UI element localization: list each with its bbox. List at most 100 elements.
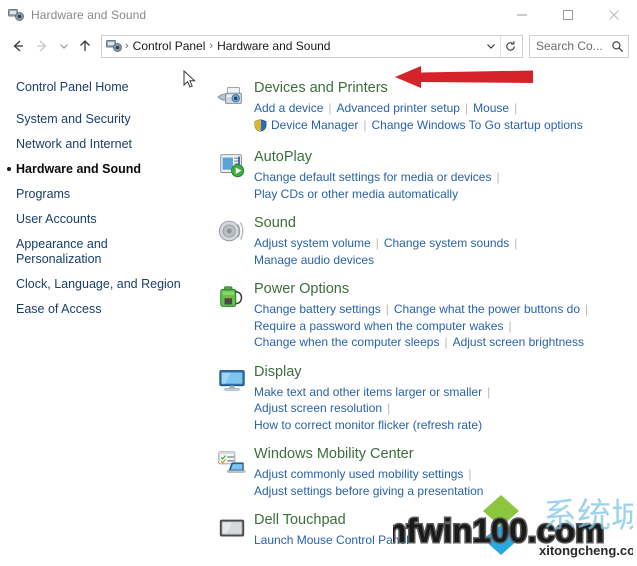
- link-change-system-sounds[interactable]: Change system sounds: [384, 236, 509, 250]
- link-mouse[interactable]: Mouse: [473, 101, 509, 115]
- autoplay-icon[interactable]: [210, 147, 254, 202]
- link-row: How to correct monitor flicker (refresh …: [254, 417, 637, 434]
- link-row: Require a password when the computer wak…: [254, 318, 637, 335]
- link-row: Make text and other items larger or smal…: [254, 384, 637, 401]
- link-separator: |: [464, 101, 469, 115]
- category-title-devices-and-printers[interactable]: Devices and Printers: [254, 79, 388, 98]
- monitor-icon[interactable]: [210, 362, 254, 434]
- address-bar[interactable]: › Control Panel › Hardware and Sound: [101, 34, 523, 58]
- link-adjust-screen-brightness[interactable]: Adjust screen brightness: [453, 335, 584, 349]
- content-area: Control Panel Home System and Security Ne…: [0, 62, 637, 565]
- link-change-when-the-computer-sleeps[interactable]: Change when the computer sleeps: [254, 335, 439, 349]
- category-links: Adjust system volume | Change system sound…: [254, 235, 637, 268]
- category-power-options: Power Options Change battery settings | Cha…: [210, 279, 637, 351]
- link-adjust-screen-resolution[interactable]: Adjust screen resolution: [254, 401, 382, 415]
- mobility-center-icon[interactable]: [210, 444, 254, 499]
- window-title: Hardware and Sound: [31, 7, 147, 22]
- sidebar-item-hardware-and-sound[interactable]: Hardware and Sound: [7, 162, 191, 177]
- link-row: Manage audio devices: [254, 252, 637, 269]
- link-launch-mouse-control-panel[interactable]: Launch Mouse Control Panel: [254, 533, 409, 547]
- sidebar-item-label: System and Security: [16, 112, 131, 126]
- minimize-button[interactable]: [499, 0, 545, 30]
- link-adjust-commonly-used-mobility-settings[interactable]: Adjust commonly used mobility settings: [254, 467, 463, 481]
- category-body: AutoPlay Change default settings for medi…: [254, 147, 637, 202]
- chevron-down-icon[interactable]: [482, 40, 500, 52]
- category-title-power-options[interactable]: Power Options: [254, 280, 349, 299]
- sidebar-item-clock-language-and-region[interactable]: Clock, Language, and Region: [16, 277, 191, 292]
- link-play-cds-or-other-media-automatically[interactable]: Play CDs or other media automatically: [254, 187, 458, 201]
- forward-button[interactable]: [30, 34, 54, 58]
- link-device-manager[interactable]: Device Manager: [271, 118, 358, 132]
- link-row: Launch Mouse Control Panel: [254, 532, 637, 549]
- navigation-toolbar: › Control Panel › Hardware and Sound Sea…: [0, 30, 637, 62]
- sidebar-item-network-and-internet[interactable]: Network and Internet: [16, 137, 191, 152]
- breadcrumb-control-panel[interactable]: Control Panel: [130, 39, 209, 53]
- link-separator: |: [468, 467, 472, 481]
- breadcrumb-hardware-and-sound[interactable]: Hardware and Sound: [214, 39, 333, 53]
- category-links: Make text and other items larger or smal…: [254, 384, 637, 434]
- category-title-autoplay[interactable]: AutoPlay: [254, 148, 312, 167]
- link-separator: |: [508, 318, 512, 333]
- sidebar-item-label: Hardware and Sound: [16, 162, 142, 176]
- sidebar-item-user-accounts[interactable]: User Accounts: [16, 212, 191, 227]
- link-separator: |: [514, 101, 518, 115]
- main-panel: Devices and Printers Add a device | Advance…: [183, 62, 637, 565]
- link-how-to-correct-monitor-flicker-refresh-rate[interactable]: How to correct monitor flicker (refresh …: [254, 418, 482, 432]
- sidebar-item-label: Network and Internet: [16, 137, 133, 151]
- sidebar-item-system-and-security[interactable]: System and Security: [16, 112, 191, 127]
- link-row: Play CDs or other media automatically: [254, 186, 637, 203]
- link-separator: |: [385, 302, 389, 316]
- link-separator: |: [514, 236, 518, 250]
- printer-camera-icon[interactable]: [210, 78, 254, 136]
- category-title-sound[interactable]: Sound: [254, 214, 296, 233]
- recent-locations-button[interactable]: [54, 34, 73, 58]
- touchpad-icon[interactable]: [210, 510, 254, 549]
- sidebar: Control Panel Home System and Security Ne…: [0, 62, 200, 565]
- link-add-a-device[interactable]: Add a device: [254, 101, 323, 115]
- link-change-windows-to-go-startup-options[interactable]: Change Windows To Go startup options: [372, 118, 583, 132]
- link-manage-audio-devices[interactable]: Manage audio devices: [254, 253, 374, 267]
- speaker-icon[interactable]: [210, 213, 254, 268]
- battery-plug-icon[interactable]: [210, 279, 254, 351]
- category-body: Power Options Change battery settings | Cha…: [254, 279, 637, 351]
- search-box[interactable]: Search Co...: [529, 34, 629, 58]
- category-body: Sound Adjust system volume | Change system …: [254, 213, 637, 268]
- mouse-cursor: [183, 69, 197, 93]
- category-body: Dell Touchpad Launch Mouse Control Panel: [254, 510, 637, 549]
- link-row: Add a device | Advanced printer setup | Mous…: [254, 100, 637, 117]
- sidebar-item-control-panel-home[interactable]: Control Panel Home: [16, 80, 191, 95]
- window-controls: [499, 0, 637, 30]
- sidebar-item-label: Clock, Language, and Region: [16, 277, 181, 291]
- category-links: Add a device | Advanced printer setup | Mous…: [254, 100, 637, 136]
- category-title-windows-mobility-center[interactable]: Windows Mobility Center: [254, 445, 414, 464]
- link-row: Device Manager | Change Windows To Go star…: [254, 117, 637, 137]
- sidebar-item-appearance-and-personalization[interactable]: Appearance and Personalization: [16, 237, 191, 267]
- link-require-a-password-when-the-computer-wakes[interactable]: Require a password when the computer wak…: [254, 319, 503, 333]
- link-separator: |: [328, 101, 332, 115]
- back-button[interactable]: [6, 34, 30, 58]
- sidebar-item-label: Programs: [16, 187, 71, 201]
- category-windows-mobility-center: Windows Mobility Center Adjust commonly u…: [210, 444, 637, 499]
- sidebar-item-label: Ease of Access: [16, 302, 102, 316]
- category-list: Devices and Printers Add a device | Advance…: [210, 78, 637, 549]
- search-input[interactable]: Search Co...: [536, 39, 611, 53]
- link-change-what-the-power-buttons-do[interactable]: Change what the power buttons do: [394, 302, 580, 316]
- category-title-display[interactable]: Display: [254, 363, 302, 382]
- link-adjust-system-volume[interactable]: Adjust system volume: [254, 236, 371, 250]
- maximize-button[interactable]: [545, 0, 591, 30]
- link-change-battery-settings[interactable]: Change battery settings: [254, 302, 381, 316]
- sidebar-item-ease-of-access[interactable]: Ease of Access: [16, 302, 191, 317]
- link-change-default-settings-for-media-or-devices[interactable]: Change default settings for media or dev…: [254, 170, 491, 184]
- sidebar-item-programs[interactable]: Programs: [16, 187, 191, 202]
- link-row: Adjust settings before giving a presenta…: [254, 483, 637, 500]
- close-button[interactable]: [591, 0, 637, 30]
- up-button[interactable]: [73, 34, 97, 58]
- category-title-dell-touchpad[interactable]: Dell Touchpad: [254, 511, 346, 530]
- link-advanced-printer-setup[interactable]: Advanced printer setup: [337, 101, 460, 115]
- category-sound: Sound Adjust system volume | Change system …: [210, 213, 637, 268]
- link-adjust-settings-before-giving-a-presentation[interactable]: Adjust settings before giving a presenta…: [254, 484, 483, 498]
- refresh-icon[interactable]: [500, 35, 520, 57]
- sidebar-current-bullet: [7, 167, 11, 171]
- category-links: Change default settings for media or dev…: [254, 169, 637, 202]
- link-make-text-and-other-items-larger-or-smaller[interactable]: Make text and other items larger or smal…: [254, 385, 482, 399]
